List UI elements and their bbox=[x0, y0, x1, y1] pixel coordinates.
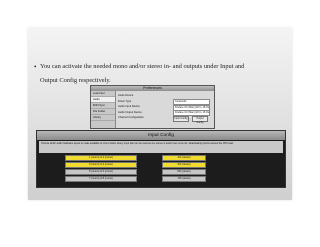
mono-channel-toggle[interactable]: 1 (mono) & 2 (mono) bbox=[65, 155, 137, 161]
bullet-dot-icon: • bbox=[34, 63, 37, 71]
setting-label: Channel Configuration bbox=[118, 116, 144, 119]
mono-channel-toggle[interactable]: 5 (mono) & 6 (mono) bbox=[65, 169, 137, 175]
input-config-title: Input Config bbox=[37, 131, 285, 140]
bullet-item: • You can activate the needed mono and/o… bbox=[34, 60, 272, 88]
output-config-button[interactable]: Output Config bbox=[192, 115, 208, 124]
sidebar-item-library[interactable]: Library bbox=[91, 115, 115, 121]
mono-channel-toggle[interactable]: 7 (mono) & 8 (mono) bbox=[65, 176, 137, 182]
mono-channel-toggle[interactable]: 3 (mono) & 4 (mono) bbox=[65, 162, 137, 168]
stereo-channel-toggle[interactable]: 3/4 (stereo) bbox=[162, 162, 206, 168]
input-config-window: Input Config Choose which audio hardware… bbox=[36, 130, 286, 188]
stereo-channel-toggle[interactable]: 7/8 (stereo) bbox=[162, 176, 206, 182]
input-config-description: Choose which audio hardware inputs to ma… bbox=[39, 141, 283, 153]
bullet-text-line-1: You can activate the needed mono and/or … bbox=[40, 63, 245, 70]
preferences-settings: Audio Device Driver Type CoreAudio Audio… bbox=[118, 93, 212, 124]
setting-channel-configuration: Channel Configuration Input Config Outpu… bbox=[118, 115, 212, 124]
preferences-sidebar: Look Feel Audio MIDI Sync File Folder Li… bbox=[91, 91, 116, 128]
stereo-channel-toggle[interactable]: 5/6 (stereo) bbox=[162, 169, 206, 175]
input-config-button[interactable]: Input Config bbox=[173, 115, 189, 122]
preferences-window: Preferences Look Feel Audio MIDI Sync Fi… bbox=[90, 85, 215, 129]
stereo-channel-toggle[interactable]: 1/2 (stereo) bbox=[162, 155, 206, 161]
